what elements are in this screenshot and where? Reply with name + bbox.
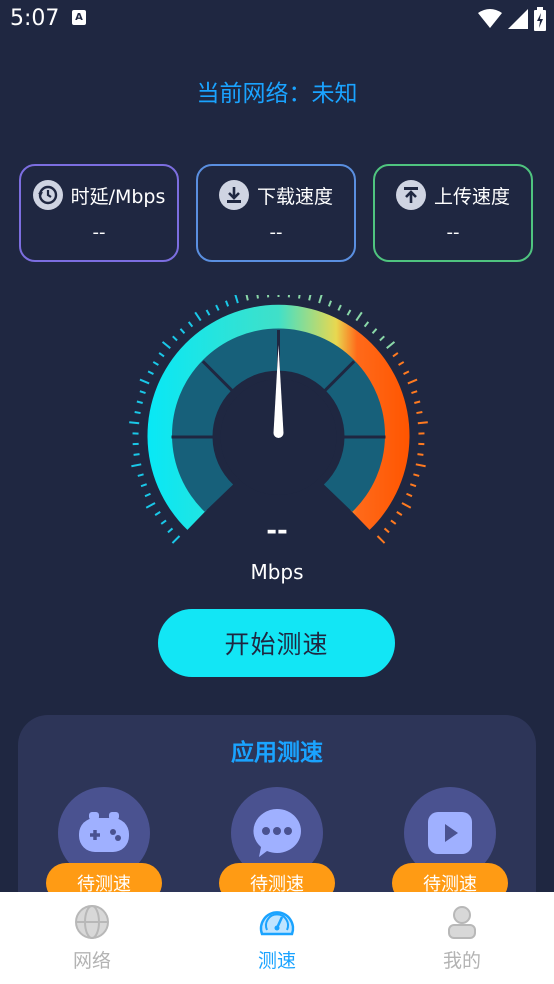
gauge-tick	[139, 390, 146, 395]
gauge-tick	[129, 421, 140, 425]
gauge-tick	[403, 370, 410, 375]
gauge-tick	[133, 453, 140, 456]
gauge-tick	[194, 311, 202, 322]
network-value: 未知	[311, 81, 358, 107]
gauge-tick	[386, 341, 396, 349]
gamepad-icon	[79, 812, 129, 852]
gauge-tick	[137, 473, 144, 477]
download-value: --	[269, 222, 283, 243]
chat-icon	[253, 809, 301, 857]
notification-icon: A	[72, 10, 86, 25]
speed-value: --	[266, 516, 288, 546]
signal-icon	[508, 9, 528, 29]
battery-icon	[534, 7, 546, 31]
gauge-tick	[140, 483, 148, 488]
gauge-tick	[172, 335, 178, 342]
gauge-tick	[158, 352, 165, 358]
gauge-tick	[398, 361, 405, 366]
gauge-tick	[327, 300, 332, 307]
gauge-tick	[308, 295, 312, 301]
gauge-tick	[411, 390, 418, 395]
gauge-tick	[145, 502, 156, 509]
video-icon	[428, 812, 472, 854]
person-icon	[448, 906, 476, 939]
gauge-tick	[337, 304, 342, 311]
gauge-tick	[416, 411, 423, 415]
gauge-tick	[298, 295, 301, 299]
gauge-tick	[413, 473, 420, 477]
network-label: 当前网络：	[196, 81, 312, 107]
gauge-tick	[147, 370, 154, 375]
gauge-tick	[363, 321, 370, 328]
status-time: 5:07	[10, 6, 60, 31]
latency-label: 时延/Mbps	[70, 185, 166, 208]
gauge-tick	[407, 378, 418, 385]
upload-value: --	[446, 222, 460, 243]
gauge-tick	[234, 295, 239, 304]
gauge-tick	[139, 378, 150, 385]
gauge-tick	[215, 304, 220, 311]
gauge-tick	[401, 502, 412, 509]
gauge-tick	[417, 453, 424, 456]
nav-mine-label: 我的	[442, 950, 481, 972]
gauge-tick	[256, 295, 259, 299]
current-network: 当前网络：未知	[0, 74, 554, 108]
download-icon	[218, 180, 249, 210]
status-bar: 5:07 A	[0, 0, 554, 40]
history-icon	[32, 180, 63, 210]
gauge-tick	[371, 328, 378, 334]
gauge-tick	[144, 492, 151, 498]
gauge-tick	[152, 361, 159, 366]
speed-unit: Mbps	[250, 560, 304, 584]
gauge-tick	[225, 300, 230, 307]
latency-card: 时延/Mbps --	[19, 164, 179, 262]
globe-icon	[75, 905, 109, 939]
gauge-tick	[406, 492, 413, 498]
nav-network[interactable]: 网络	[0, 892, 184, 984]
app-speed-title: 应用测速	[231, 740, 323, 766]
start-speed-test-button[interactable]: 开始测速	[158, 609, 395, 677]
gauge-tick	[245, 295, 249, 301]
gauge-tick	[161, 341, 171, 349]
nav-network-label: 网络	[72, 950, 111, 972]
wifi-icon	[478, 9, 502, 28]
gauge-tick	[134, 411, 141, 415]
gauge-tick	[417, 421, 428, 425]
download-card: 下载速度 --	[196, 164, 356, 262]
gauge-tick	[414, 400, 421, 404]
gauge-tick	[346, 309, 352, 316]
gauge-tick	[379, 335, 385, 342]
gauge-tick	[392, 352, 399, 358]
gauge-tick	[409, 483, 417, 488]
gauge-tick	[396, 511, 403, 516]
gauge-tick	[318, 295, 323, 304]
nav-speedtest[interactable]: 测速	[185, 892, 369, 984]
upload-label: 上传速度	[433, 185, 510, 208]
gauge-tick	[355, 311, 363, 322]
bottom-nav: 网络 测速 我的	[0, 892, 554, 984]
download-label: 下载速度	[256, 185, 333, 208]
gauge-tick	[131, 463, 142, 468]
upload-icon	[395, 180, 426, 210]
speedometer-icon	[259, 911, 295, 936]
nav-speedtest-label: 测速	[257, 950, 296, 972]
nav-mine[interactable]: 我的	[370, 892, 554, 984]
gauge-tick	[415, 463, 426, 468]
gauge-tick	[187, 321, 194, 328]
gauge-tick	[136, 400, 143, 404]
gauge-tick	[179, 328, 186, 334]
gauge-tick	[205, 309, 211, 316]
gauge-tick	[154, 511, 161, 516]
upload-card: 上传速度 --	[373, 164, 533, 262]
latency-value: --	[92, 222, 106, 243]
